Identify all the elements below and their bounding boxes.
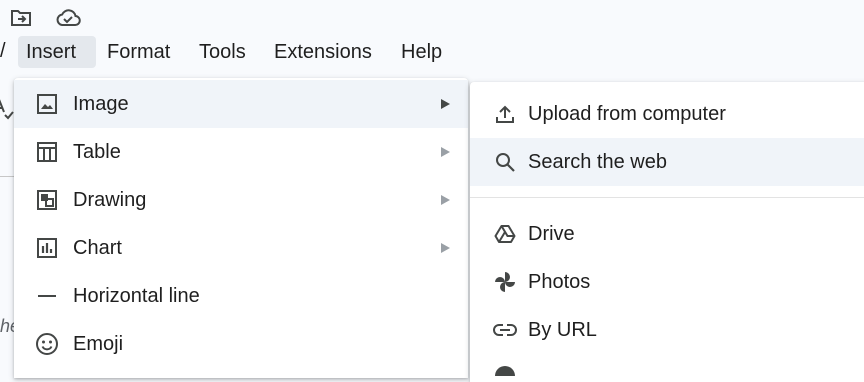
menu-bar: / Insert Format Tools Extensions Help <box>0 36 864 68</box>
menu-help[interactable]: Help <box>393 36 450 68</box>
insert-menu-item-emoji[interactable]: Emoji <box>14 320 468 368</box>
insert-menu-item-label: Table <box>73 140 121 163</box>
insert-menu-item-label: Horizontal line <box>73 284 200 307</box>
submenu-item-upload[interactable]: Upload from computer <box>470 90 864 138</box>
photos-icon <box>492 269 518 295</box>
submenu-item-label: By URL <box>528 318 597 341</box>
table-icon <box>34 139 60 165</box>
toolbar <box>0 0 864 36</box>
cloud-saved-icon[interactable] <box>55 5 81 31</box>
horizontal-line-icon <box>34 283 60 309</box>
insert-menu-item-chart[interactable]: Chart <box>14 224 468 272</box>
submenu-item-photos[interactable]: Photos <box>470 258 864 306</box>
menu-extensions[interactable]: Extensions <box>266 36 380 68</box>
insert-menu-item-drawing[interactable]: Drawing <box>14 176 468 224</box>
submenu-item-label: Search the web <box>528 150 667 173</box>
submenu-arrow-icon <box>441 243 450 253</box>
image-icon <box>34 91 60 117</box>
submenu-item-by-url[interactable]: By URL <box>470 306 864 354</box>
submenu-arrow-icon <box>441 195 450 205</box>
insert-menu-item-label: Image <box>73 92 129 115</box>
search-icon <box>492 149 518 175</box>
submenu-item-drive[interactable]: Drive <box>470 210 864 258</box>
move-to-folder-icon[interactable] <box>8 5 34 31</box>
drawing-icon <box>34 187 60 213</box>
chart-icon <box>34 235 60 261</box>
submenu-item-label: Upload from computer <box>528 102 726 125</box>
submenu-item-label: Drive <box>528 222 575 245</box>
upload-icon <box>492 101 518 127</box>
insert-menu-item-image[interactable]: Image <box>14 80 468 128</box>
submenu-item-label: Photos <box>528 270 591 293</box>
drive-icon <box>492 221 518 247</box>
insert-menu-item-label: Drawing <box>73 188 147 211</box>
insert-menu-item-horizontal-line[interactable]: Horizontal line <box>14 272 468 320</box>
menu-tools[interactable]: Tools <box>191 36 254 68</box>
link-icon <box>492 317 518 343</box>
insert-menu-item-label: Emoji <box>73 332 124 355</box>
insert-menu-item-label: Chart <box>73 236 122 259</box>
menu-divider <box>470 197 864 198</box>
emoji-icon <box>34 331 60 357</box>
insert-menu: Image Table Drawing Chart Horizontal lin… <box>14 78 468 378</box>
submenu-arrow-icon <box>441 99 450 109</box>
menu-view-fragment[interactable]: / <box>0 40 6 63</box>
insert-menu-item-table[interactable]: Table <box>14 128 468 176</box>
image-submenu: Upload from computer Search the web Driv… <box>470 82 864 382</box>
menu-format[interactable]: Format <box>99 36 178 68</box>
menu-insert[interactable]: Insert <box>18 36 96 68</box>
submenu-next-item-icon <box>494 364 516 376</box>
submenu-arrow-icon <box>441 147 450 157</box>
submenu-item-search-web[interactable]: Search the web <box>470 138 864 186</box>
